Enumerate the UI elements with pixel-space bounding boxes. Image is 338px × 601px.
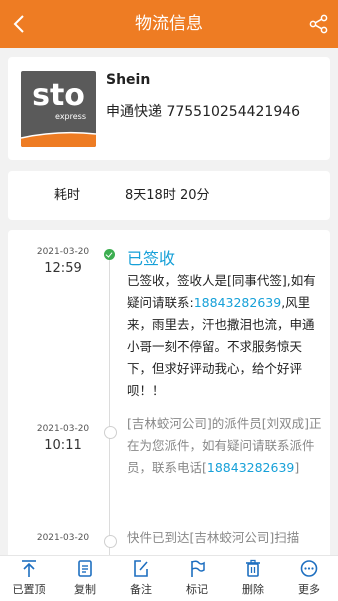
toolbar-label: 更多 — [298, 583, 320, 596]
duration-label: 耗时 — [54, 188, 81, 203]
timeline-line — [109, 254, 110, 555]
share-icon[interactable] — [308, 13, 330, 35]
logo-subtext: express — [55, 112, 86, 121]
event-text: ] — [294, 460, 300, 475]
delete-button[interactable]: 删除 — [225, 556, 281, 601]
timeline-card: 2021-03-20 12:59 已签收 已签收，签收人是[同事代签],如有疑问… — [8, 230, 330, 555]
pin-top-button[interactable]: 已置顶 — [1, 556, 57, 601]
more-button[interactable]: 更多 — [281, 556, 337, 601]
copy-icon — [78, 560, 92, 577]
event-date: 2021-03-20 — [36, 533, 90, 543]
event-date: 2021-03-20 — [36, 424, 90, 434]
sto-express-logo: sto express — [21, 71, 96, 147]
event-description: [吉林蛟河公司]的派件员[刘双成]正在为您派件，如有疑问请联系派件员，联系电话[… — [127, 413, 323, 479]
event-time: 10:11 — [44, 438, 82, 453]
bottom-toolbar: 已置顶 复制 备注 标记 删除 更多 — [0, 555, 338, 601]
phone-link[interactable]: 18843282639 — [194, 295, 281, 310]
edit-note-icon — [134, 560, 148, 577]
page-title: 物流信息 — [135, 14, 203, 34]
event-date: 2021-03-20 — [36, 247, 90, 257]
event-description: 已签收，签收人是[同事代签],如有疑问请联系:18843282639,风里来，雨… — [127, 270, 323, 402]
app-header: 物流信息 — [0, 0, 338, 48]
logo-wordmark: sto — [32, 78, 85, 113]
toolbar-label: 备注 — [130, 583, 152, 596]
duration-card: 耗时 8天18时 20分 — [8, 171, 330, 220]
copy-button[interactable]: 复制 — [57, 556, 113, 601]
trash-icon — [246, 559, 260, 577]
delivered-check-icon — [104, 249, 115, 260]
phone-link[interactable]: 18843282639 — [207, 460, 294, 475]
flag-icon — [191, 560, 205, 577]
toolbar-label: 标记 — [186, 583, 208, 596]
courier-tracking-number[interactable]: 申通快递 775510254421946 — [106, 101, 300, 121]
shipment-card: sto express Shein 申通快递 775510254421946 — [8, 57, 330, 160]
event-text: ,风里来，雨里去，汗也撒泪也流，申通小哥一刻不停留。不求服务惊天下，但求好评动我… — [127, 295, 315, 398]
toolbar-label: 复制 — [74, 583, 96, 596]
event-description: 快件已到达[吉林蛟河公司]扫描 — [127, 530, 300, 545]
timeline-dot-icon — [104, 426, 117, 439]
event-status: 已签收 — [127, 249, 176, 268]
more-icon — [300, 560, 318, 577]
shop-name: Shein — [106, 72, 151, 88]
timeline-dot-icon — [104, 535, 117, 548]
event-time: 12:59 — [44, 261, 82, 276]
toolbar-label: 删除 — [242, 583, 264, 596]
logo-stripe — [21, 131, 96, 147]
duration-value: 8天18时 20分 — [125, 188, 210, 203]
toolbar-label: 已置顶 — [12, 583, 46, 596]
pin-top-icon — [22, 560, 36, 577]
note-button[interactable]: 备注 — [113, 556, 169, 601]
mark-button[interactable]: 标记 — [169, 556, 225, 601]
